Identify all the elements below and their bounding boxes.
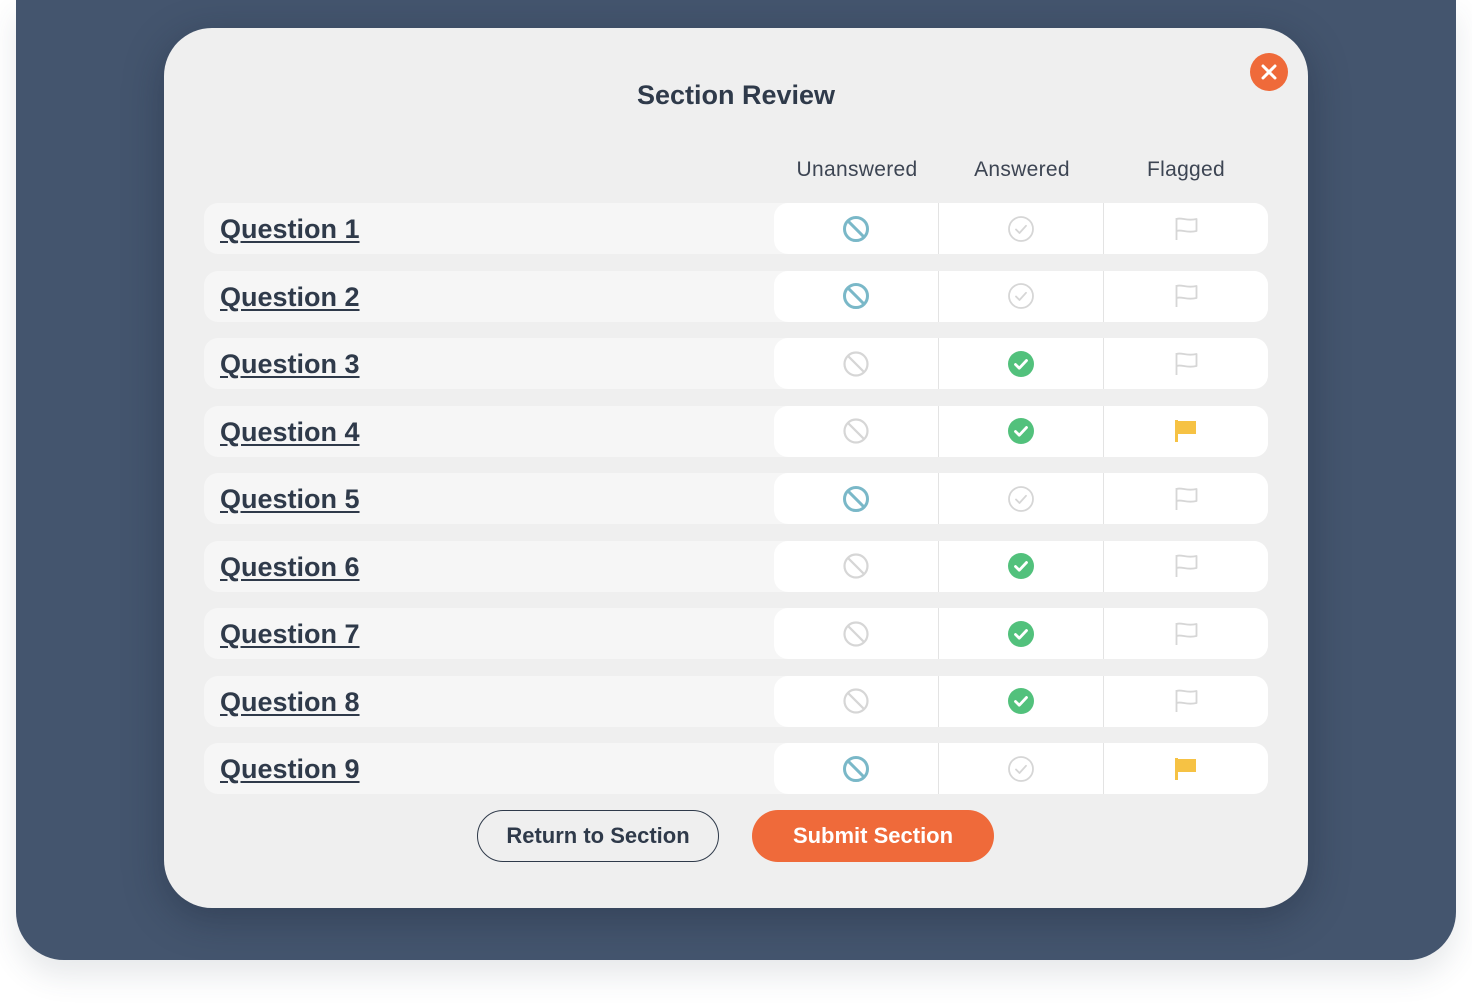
answered-check-icon: [1008, 688, 1034, 714]
flag-icon: [1175, 352, 1198, 375]
status-cell-answered[interactable]: [938, 405, 1103, 457]
answered-check-icon: [1008, 485, 1034, 512]
unanswered-icon: [843, 553, 869, 579]
status-cell-unanswered[interactable]: [774, 473, 938, 524]
return-to-section-button[interactable]: Return to Section: [477, 810, 719, 862]
status-cell-flagged[interactable]: [1103, 338, 1268, 389]
status-cell-unanswered[interactable]: [774, 338, 938, 389]
answered-check-icon: [1008, 350, 1034, 377]
question-link[interactable]: Question 1: [220, 203, 360, 254]
status-cell-answered[interactable]: [938, 473, 1103, 524]
answered-check-icon: [1008, 620, 1034, 647]
question-row: Question 7: [204, 608, 1268, 659]
status-cell-flagged[interactable]: [1103, 473, 1268, 524]
section-review-dialog: Section Review Unanswered Answered Flagg…: [164, 28, 1308, 908]
question-link[interactable]: Question 2: [220, 271, 360, 322]
column-header-unanswered: Unanswered: [796, 158, 918, 181]
question-link[interactable]: Question 5: [220, 473, 360, 524]
status-cell-unanswered[interactable]: [774, 203, 938, 254]
question-row: Question 8: [204, 675, 1268, 727]
question-link[interactable]: Question 9: [220, 743, 360, 794]
status-cell-unanswered[interactable]: [774, 271, 938, 322]
status-cell-answered[interactable]: [938, 675, 1103, 727]
status-cell-flagged[interactable]: [1103, 405, 1268, 457]
column-header-answered: Answered: [974, 158, 1070, 181]
dialog-title: Section Review: [636, 80, 836, 110]
flag-icon: [1175, 757, 1196, 780]
column-header-flagged: Flagged: [1147, 158, 1225, 181]
question-row: Question 3: [204, 338, 1268, 389]
question-status-cells: [774, 675, 1268, 727]
unanswered-icon: [843, 755, 869, 782]
question-status-cells: [774, 743, 1268, 794]
flag-icon: [1175, 622, 1198, 645]
status-cell-flagged[interactable]: [1103, 608, 1268, 659]
unanswered-icon: [843, 620, 869, 647]
status-cell-answered[interactable]: [938, 338, 1103, 389]
question-list: Question 1 Question 2 Question 3 Question 4…: [204, 203, 1268, 811]
flag-icon: [1175, 217, 1198, 240]
status-cell-unanswered[interactable]: [774, 608, 938, 659]
question-link[interactable]: Question 6: [220, 541, 360, 592]
question-row: Question 5: [204, 473, 1268, 524]
status-cell-flagged[interactable]: [1103, 743, 1268, 794]
question-status-cells: [774, 405, 1268, 457]
question-link[interactable]: Question 3: [220, 338, 360, 389]
answered-check-icon: [1008, 553, 1034, 579]
question-link[interactable]: Question 8: [220, 676, 360, 727]
question-link[interactable]: Question 4: [220, 406, 360, 457]
question-status-cells: [774, 270, 1268, 322]
question-status-cells: [774, 540, 1268, 592]
question-status-cells: [774, 608, 1268, 659]
status-cell-flagged[interactable]: [1103, 203, 1268, 254]
status-cell-answered[interactable]: [938, 270, 1103, 322]
flag-icon: [1175, 284, 1198, 307]
submit-section-button[interactable]: Submit Section: [752, 810, 994, 862]
answered-check-icon: [1008, 755, 1034, 782]
unanswered-icon: [843, 418, 869, 444]
status-cell-unanswered[interactable]: [774, 743, 938, 794]
question-row: Question 4: [204, 405, 1268, 457]
answered-check-icon: [1008, 418, 1034, 444]
question-status-cells: [774, 473, 1268, 524]
question-row: Question 6: [204, 540, 1268, 592]
unanswered-icon: [843, 350, 869, 377]
flag-icon: [1175, 554, 1198, 577]
status-cell-answered[interactable]: [938, 203, 1103, 254]
status-cell-unanswered[interactable]: [774, 541, 938, 592]
status-cell-unanswered[interactable]: [774, 676, 938, 727]
unanswered-icon: [843, 215, 869, 242]
status-cell-unanswered[interactable]: [774, 406, 938, 457]
answered-check-icon: [1008, 215, 1034, 242]
close-x-icon: [1261, 64, 1277, 80]
status-cell-flagged[interactable]: [1103, 540, 1268, 592]
status-cell-answered[interactable]: [938, 743, 1103, 794]
unanswered-icon: [843, 283, 869, 309]
status-cell-answered[interactable]: [938, 540, 1103, 592]
flag-icon: [1175, 689, 1198, 712]
status-cell-flagged[interactable]: [1103, 270, 1268, 322]
flag-icon: [1175, 487, 1198, 510]
unanswered-icon: [843, 485, 869, 512]
answered-check-icon: [1008, 283, 1034, 309]
question-row: Question 9: [204, 743, 1268, 794]
question-status-cells: [774, 203, 1268, 254]
status-cell-answered[interactable]: [938, 608, 1103, 659]
unanswered-icon: [843, 688, 869, 714]
question-status-cells: [774, 338, 1268, 389]
question-link[interactable]: Question 7: [220, 608, 360, 659]
question-row: Question 1: [204, 203, 1268, 254]
status-cell-flagged[interactable]: [1103, 675, 1268, 727]
question-row: Question 2: [204, 270, 1268, 322]
flag-icon: [1175, 420, 1196, 442]
